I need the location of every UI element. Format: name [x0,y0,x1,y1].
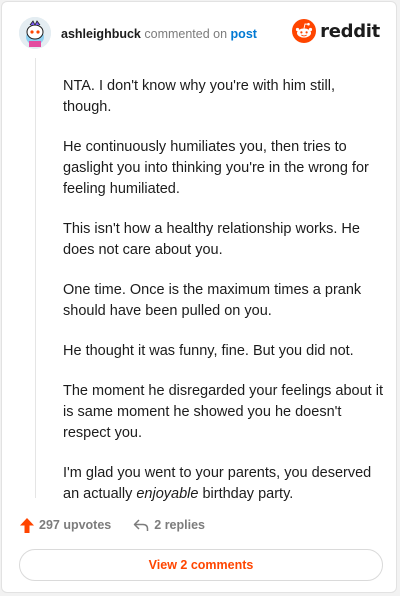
reddit-wordmark: reddit [320,20,380,42]
username-link[interactable]: ashleighbuck [61,27,141,41]
reddit-logo[interactable]: reddit [292,19,380,43]
reply-arrow-icon [134,518,149,531]
comment-paragraph: The moment he disregarded your feelings … [63,383,383,441]
reddit-snoo-icon [292,19,317,43]
comment-paragraph: He continuously humiliates you, then tri… [63,139,369,197]
comment-paragraph: NTA. I don't know why you're with him st… [63,78,335,115]
action-text: commented on [144,27,228,41]
post-link[interactable]: post [231,27,257,41]
comment-actions: 297 upvotes 2 replies [20,516,205,534]
comment-text: birthday party. [198,486,294,502]
comment-header: ashleighbuck commented on post reddit [19,17,380,53]
replies-button[interactable]: 2 replies [133,518,205,532]
thread-line[interactable] [35,58,36,498]
avatar-snoo-icon [19,17,51,49]
comment-paragraph-last: I'm glad you went to your parents, you d… [63,463,383,505]
view-comments-button[interactable]: View 2 comments [19,549,383,581]
comment-body: NTA. I don't know why you're with him st… [63,76,383,524]
comment-paragraph: One time. Once is the maximum times a pr… [63,282,362,319]
comment-meta: ashleighbuck commented on post [61,27,257,41]
comment-paragraph: This isn't how a healthy relationship wo… [63,221,360,258]
replies-count: 2 replies [154,518,205,532]
user-avatar[interactable] [19,17,51,49]
comment-card: ashleighbuck commented on post reddit NT… [1,1,397,593]
arrow-up-icon [20,517,34,533]
upvote-button[interactable]: 297 upvotes [20,517,112,533]
comment-paragraph: He thought it was funny, fine. But you d… [63,343,354,359]
emphasized-text: enjoyable [136,486,199,502]
upvote-count: 297 upvotes [39,518,112,532]
